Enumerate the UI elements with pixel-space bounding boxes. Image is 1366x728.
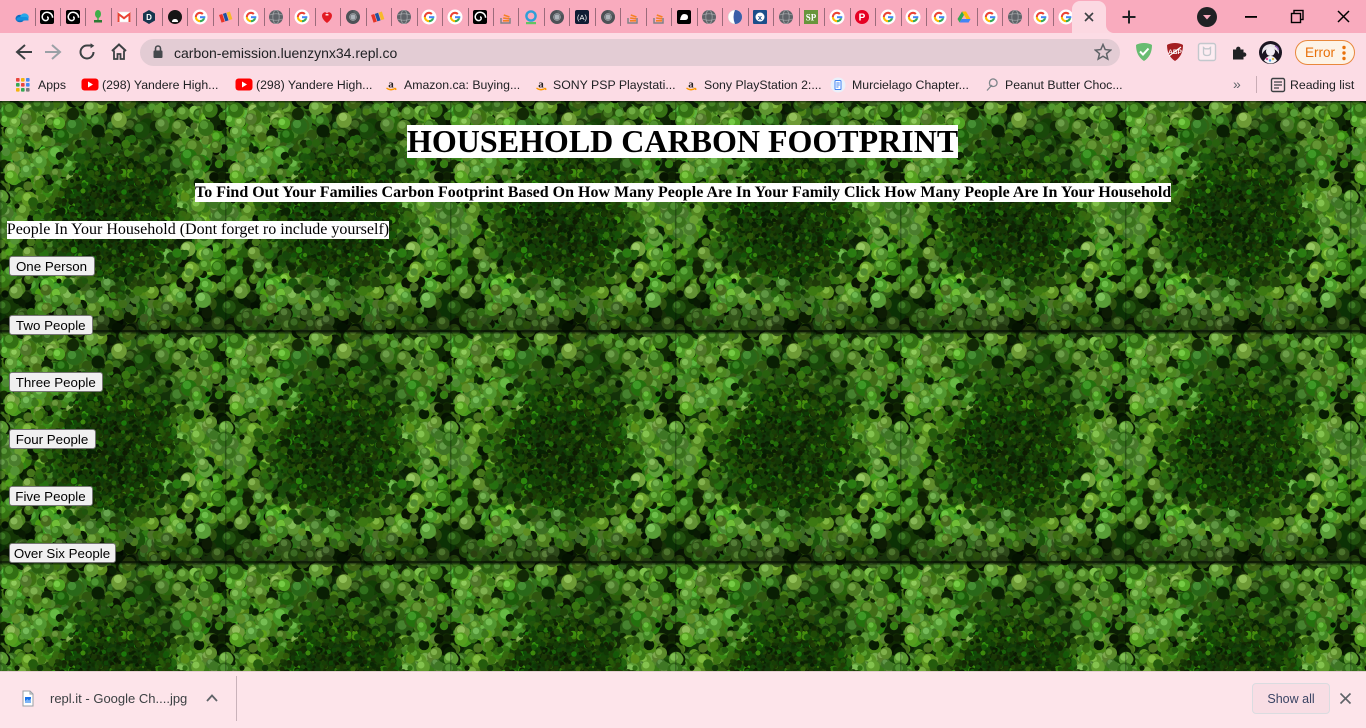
- svg-text:(A): (A): [577, 13, 588, 22]
- svg-text:SP: SP: [806, 13, 817, 23]
- svg-text:P: P: [859, 13, 866, 24]
- svg-text:D: D: [146, 13, 152, 22]
